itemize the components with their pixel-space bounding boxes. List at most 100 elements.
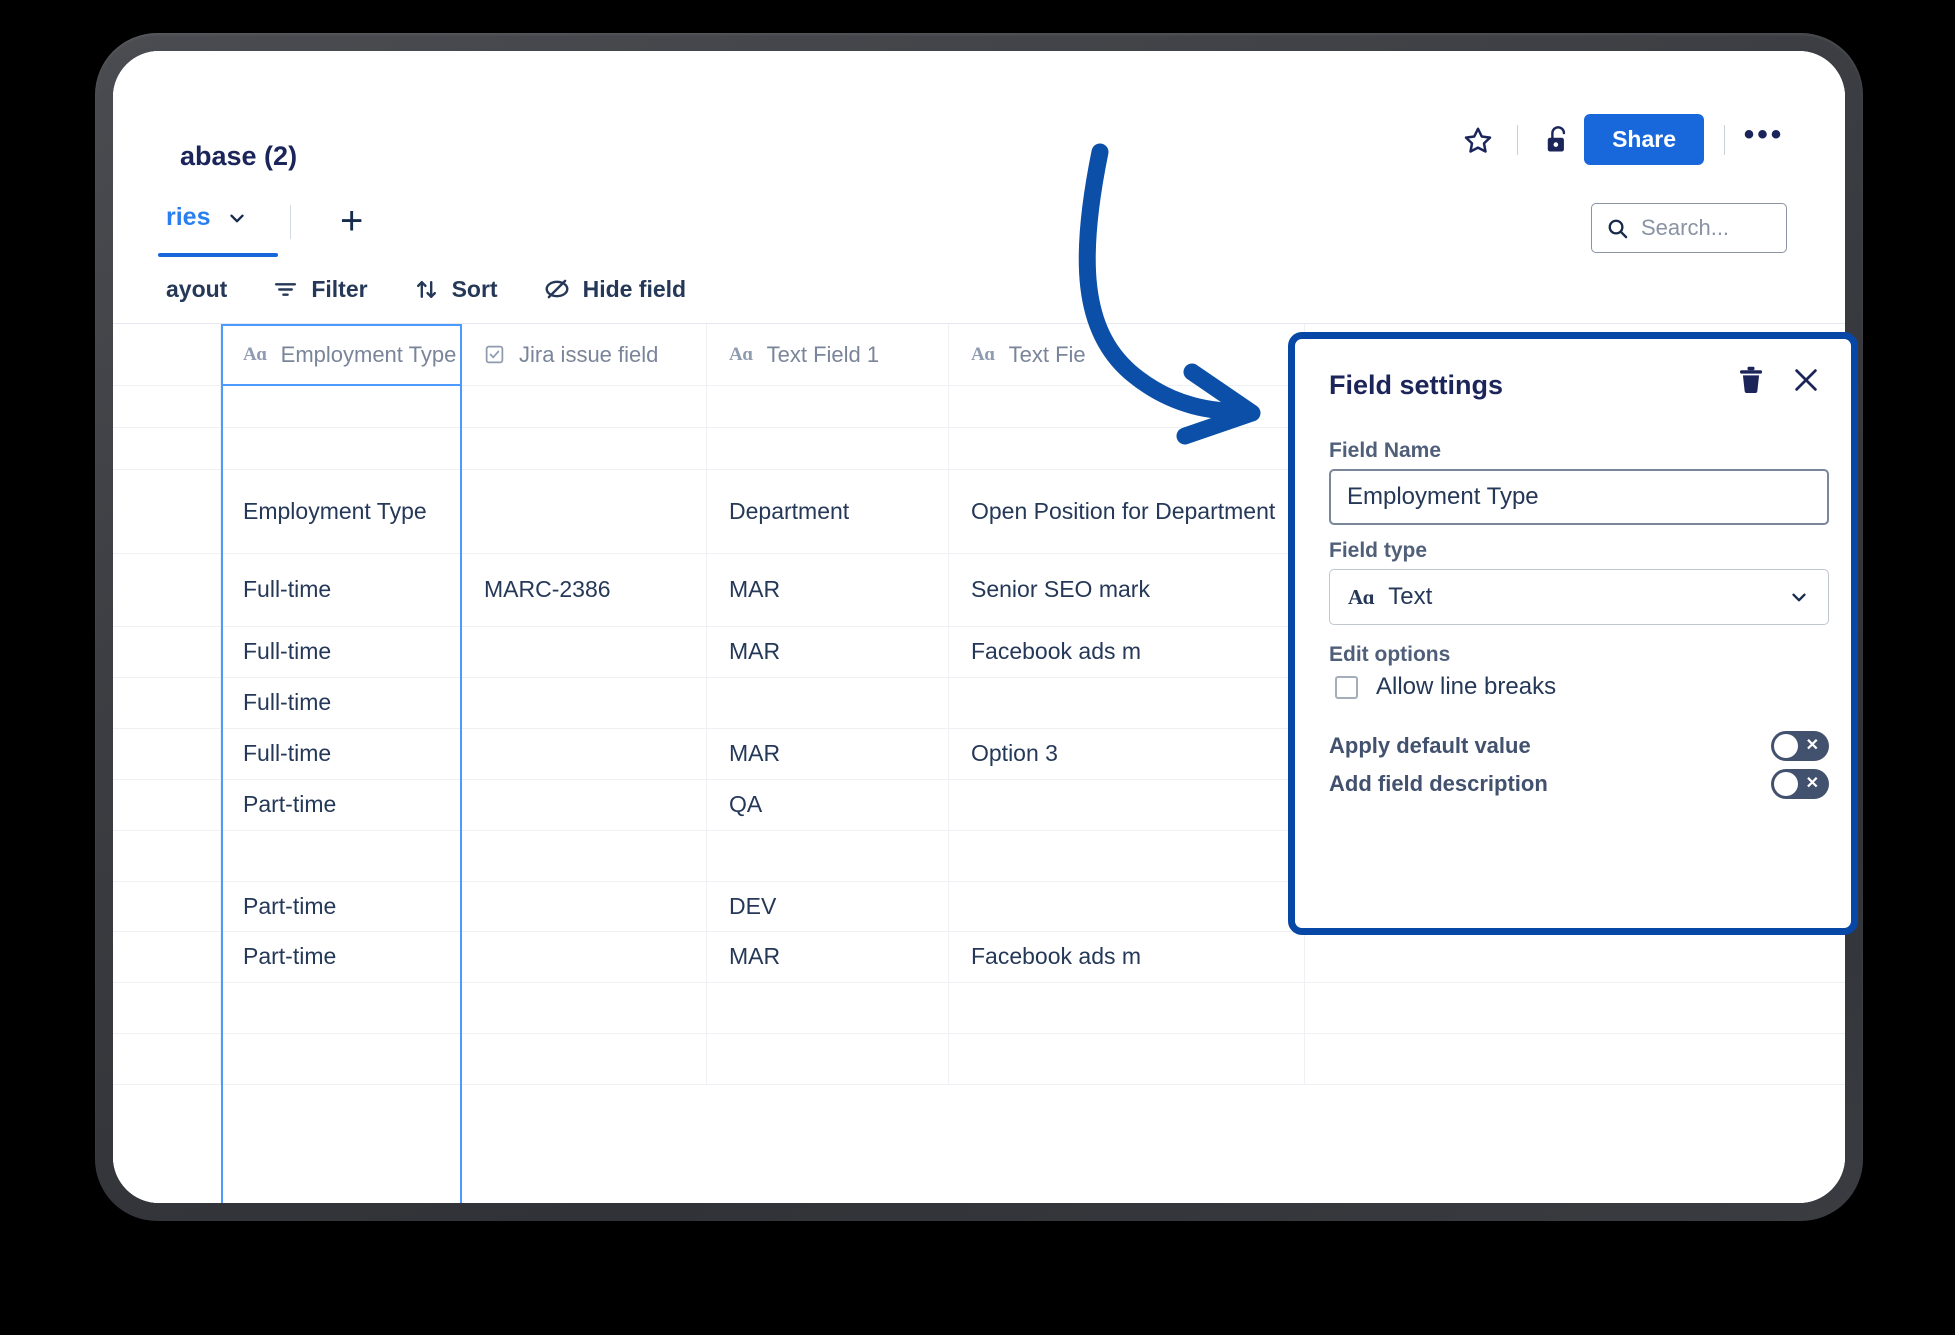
field-settings-panel: Field settings Field Name Field type Aɑ … xyxy=(1288,332,1858,935)
table-cell[interactable]: MAR xyxy=(707,627,949,677)
table-cell[interactable] xyxy=(113,428,221,469)
table-cell[interactable] xyxy=(221,386,462,427)
allow-line-breaks-row[interactable]: Allow line breaks xyxy=(1335,673,1556,701)
close-icon[interactable] xyxy=(1791,365,1821,395)
table-cell[interactable] xyxy=(707,678,949,728)
table-row[interactable] xyxy=(113,1034,1845,1085)
table-cell[interactable] xyxy=(462,729,707,779)
table-cell[interactable]: Part-time xyxy=(221,780,462,830)
table-cell[interactable]: DEV xyxy=(707,882,949,931)
table-cell[interactable]: Part-time xyxy=(221,932,462,982)
star-icon[interactable] xyxy=(1455,117,1501,163)
table-cell[interactable]: Employment Type xyxy=(221,470,462,553)
table-cell[interactable] xyxy=(949,386,1305,427)
field-type-select[interactable]: Aɑ Text xyxy=(1329,569,1829,625)
table-cell[interactable] xyxy=(113,470,221,553)
search-input[interactable]: Search... xyxy=(1591,203,1787,253)
table-cell[interactable] xyxy=(949,882,1305,931)
share-button[interactable]: Share xyxy=(1584,114,1704,165)
filter-button[interactable]: Filter xyxy=(273,276,368,303)
table-cell[interactable] xyxy=(462,627,707,677)
table-cell[interactable]: MARC-2386 xyxy=(462,554,707,626)
table-cell[interactable] xyxy=(113,554,221,626)
table-cell[interactable]: Department xyxy=(707,470,949,553)
filter-icon xyxy=(275,282,297,296)
table-cell[interactable]: MAR xyxy=(707,554,949,626)
table-cell[interactable]: Full-time xyxy=(221,678,462,728)
table-cell[interactable] xyxy=(949,678,1305,728)
table-cell[interactable] xyxy=(462,983,707,1033)
table-cell[interactable] xyxy=(707,1034,949,1084)
field-name-label: Field Name xyxy=(1329,439,1442,462)
table-cell[interactable] xyxy=(707,831,949,881)
table-row[interactable] xyxy=(113,983,1845,1034)
table-cell[interactable] xyxy=(113,882,221,931)
table-cell[interactable]: QA xyxy=(707,780,949,830)
sort-button[interactable]: Sort xyxy=(414,276,498,303)
table-cell[interactable] xyxy=(113,1034,221,1084)
table-cell[interactable] xyxy=(949,831,1305,881)
add-field-description-toggle[interactable]: ✕ xyxy=(1771,769,1829,799)
table-cell[interactable]: Full-time xyxy=(221,729,462,779)
table-cell[interactable] xyxy=(462,932,707,982)
table-cell[interactable]: Senior SEO mark xyxy=(949,554,1305,626)
table-cell[interactable] xyxy=(462,386,707,427)
table-cell[interactable] xyxy=(221,983,462,1033)
table-cell[interactable] xyxy=(949,780,1305,830)
table-cell[interactable]: Open Position for Department xyxy=(949,470,1305,553)
table-cell[interactable] xyxy=(707,428,949,469)
table-cell[interactable]: Full-time xyxy=(221,627,462,677)
chevron-down-icon xyxy=(1792,593,1806,602)
table-cell[interactable] xyxy=(462,678,707,728)
unlock-icon[interactable] xyxy=(1534,117,1580,163)
table-cell[interactable] xyxy=(113,831,221,881)
table-cell[interactable] xyxy=(113,932,221,982)
table-cell[interactable]: Full-time xyxy=(221,554,462,626)
table-cell[interactable] xyxy=(113,780,221,830)
table-cell[interactable]: Option 3 xyxy=(949,729,1305,779)
field-name-input[interactable] xyxy=(1329,469,1829,525)
column-header-employment-type[interactable]: Aɑ Employment Type xyxy=(221,324,462,385)
layout-label: ayout xyxy=(166,275,228,302)
table-cell[interactable] xyxy=(462,882,707,931)
table-cell[interactable]: MAR xyxy=(707,932,949,982)
apply-default-value-toggle[interactable]: ✕ xyxy=(1771,731,1829,761)
trash-icon[interactable] xyxy=(1737,365,1765,395)
table-cell[interactable] xyxy=(113,983,221,1033)
table-cell[interactable] xyxy=(221,428,462,469)
table-cell[interactable]: MAR xyxy=(707,729,949,779)
table-cell[interactable] xyxy=(462,1034,707,1084)
table-cell[interactable] xyxy=(462,428,707,469)
column-header-text-field-2[interactable]: Aɑ Text Fie xyxy=(949,324,1305,385)
table-cell[interactable] xyxy=(113,678,221,728)
view-tab[interactable]: ries xyxy=(166,203,248,232)
table-cell[interactable] xyxy=(462,470,707,553)
table-cell[interactable] xyxy=(113,627,221,677)
column-header-jira-issue-field[interactable]: Jira issue field xyxy=(462,324,707,385)
allow-line-breaks-checkbox[interactable] xyxy=(1335,675,1358,699)
table-cell[interactable] xyxy=(707,983,949,1033)
table-cell[interactable] xyxy=(707,386,949,427)
table-cell[interactable] xyxy=(462,780,707,830)
table-cell[interactable] xyxy=(113,386,221,427)
panel-title: Field settings xyxy=(1329,369,1504,400)
table-cell[interactable]: Facebook ads m xyxy=(949,627,1305,677)
column-header-text-field-1[interactable]: Aɑ Text Field 1 xyxy=(707,324,949,385)
table-cell[interactable] xyxy=(113,729,221,779)
table-cell[interactable] xyxy=(949,983,1305,1033)
table-cell[interactable] xyxy=(462,831,707,881)
table-cell[interactable] xyxy=(949,1034,1305,1084)
table-row[interactable]: Part-time MAR Facebook ads m xyxy=(113,932,1845,983)
text-field-icon: Aɑ xyxy=(729,343,753,365)
table-cell[interactable] xyxy=(221,831,462,881)
table-cell[interactable] xyxy=(221,1034,462,1084)
table-cell[interactable]: Facebook ads m xyxy=(949,932,1305,982)
layout-button[interactable]: ayout xyxy=(166,276,227,303)
table-cell[interactable]: Part-time xyxy=(221,882,462,931)
add-view-button[interactable]: + xyxy=(340,201,363,241)
cell-value: Option 3 xyxy=(971,740,1058,767)
hide-field-button[interactable]: Hide field xyxy=(544,276,686,303)
more-options-icon[interactable]: ••• xyxy=(1741,117,1787,163)
text-field-icon: Aɑ xyxy=(971,343,995,365)
table-cell[interactable] xyxy=(949,428,1305,469)
